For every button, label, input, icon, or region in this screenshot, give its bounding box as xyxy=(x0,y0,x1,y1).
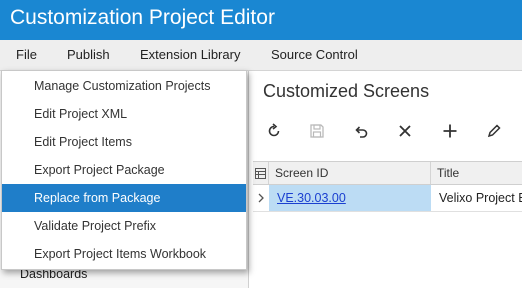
grid-settings-icon xyxy=(255,167,266,179)
edit-icon xyxy=(487,124,501,138)
undo-icon xyxy=(355,126,368,138)
menu-item-edit-project-items[interactable]: Edit Project Items xyxy=(2,128,246,156)
menu-bar: File Publish Extension Library Source Co… xyxy=(0,40,522,71)
menu-item-export-project-items-workbook[interactable]: Export Project Items Workbook xyxy=(2,240,246,268)
page-title: Customized Screens xyxy=(263,81,430,101)
chevron-right-icon xyxy=(258,193,264,203)
menu-item-replace-from-package[interactable]: Replace from Package xyxy=(2,184,246,212)
screen-id-link[interactable]: VE.30.03.00 xyxy=(277,191,346,205)
undo-button[interactable] xyxy=(348,117,374,145)
title-bar: Customization Project Editor xyxy=(0,0,522,40)
column-header-screen-id[interactable]: Screen ID xyxy=(269,162,431,184)
row-selector[interactable] xyxy=(253,185,269,211)
column-header-title[interactable]: Title xyxy=(431,162,522,184)
grid-header: Screen ID Title xyxy=(253,161,522,185)
cell-title: Velixo Project E xyxy=(431,185,522,211)
menu-source-control[interactable]: Source Control xyxy=(271,47,358,62)
menu-extension-library[interactable]: Extension Library xyxy=(140,47,240,62)
cell-screen-id[interactable]: VE.30.03.00 xyxy=(269,185,431,211)
delete-button[interactable] xyxy=(392,117,418,145)
save-button[interactable] xyxy=(304,117,330,145)
grid-settings-button[interactable] xyxy=(253,162,269,184)
refresh-icon xyxy=(268,123,280,137)
add-button[interactable] xyxy=(437,117,463,145)
edit-button[interactable] xyxy=(481,117,507,145)
window-title: Customization Project Editor xyxy=(10,6,275,29)
grid-toolbar xyxy=(249,117,522,147)
menu-item-manage-customization-projects[interactable]: Manage Customization Projects xyxy=(2,72,246,100)
add-icon xyxy=(443,124,457,138)
menu-file[interactable]: File xyxy=(16,47,37,62)
delete-icon xyxy=(399,125,411,137)
main-panel: Customized Screens Screen ID Title VE.30… xyxy=(249,71,522,288)
table-row[interactable]: VE.30.03.00 Velixo Project E xyxy=(253,185,522,212)
menu-publish[interactable]: Publish xyxy=(67,47,110,62)
menu-item-export-project-package[interactable]: Export Project Package xyxy=(2,156,246,184)
file-menu-dropdown: Manage Customization Projects Edit Proje… xyxy=(1,70,247,270)
save-icon xyxy=(310,124,324,138)
menu-item-edit-project-xml[interactable]: Edit Project XML xyxy=(2,100,246,128)
menu-item-validate-project-prefix[interactable]: Validate Project Prefix xyxy=(2,212,246,240)
refresh-button[interactable] xyxy=(261,117,287,145)
